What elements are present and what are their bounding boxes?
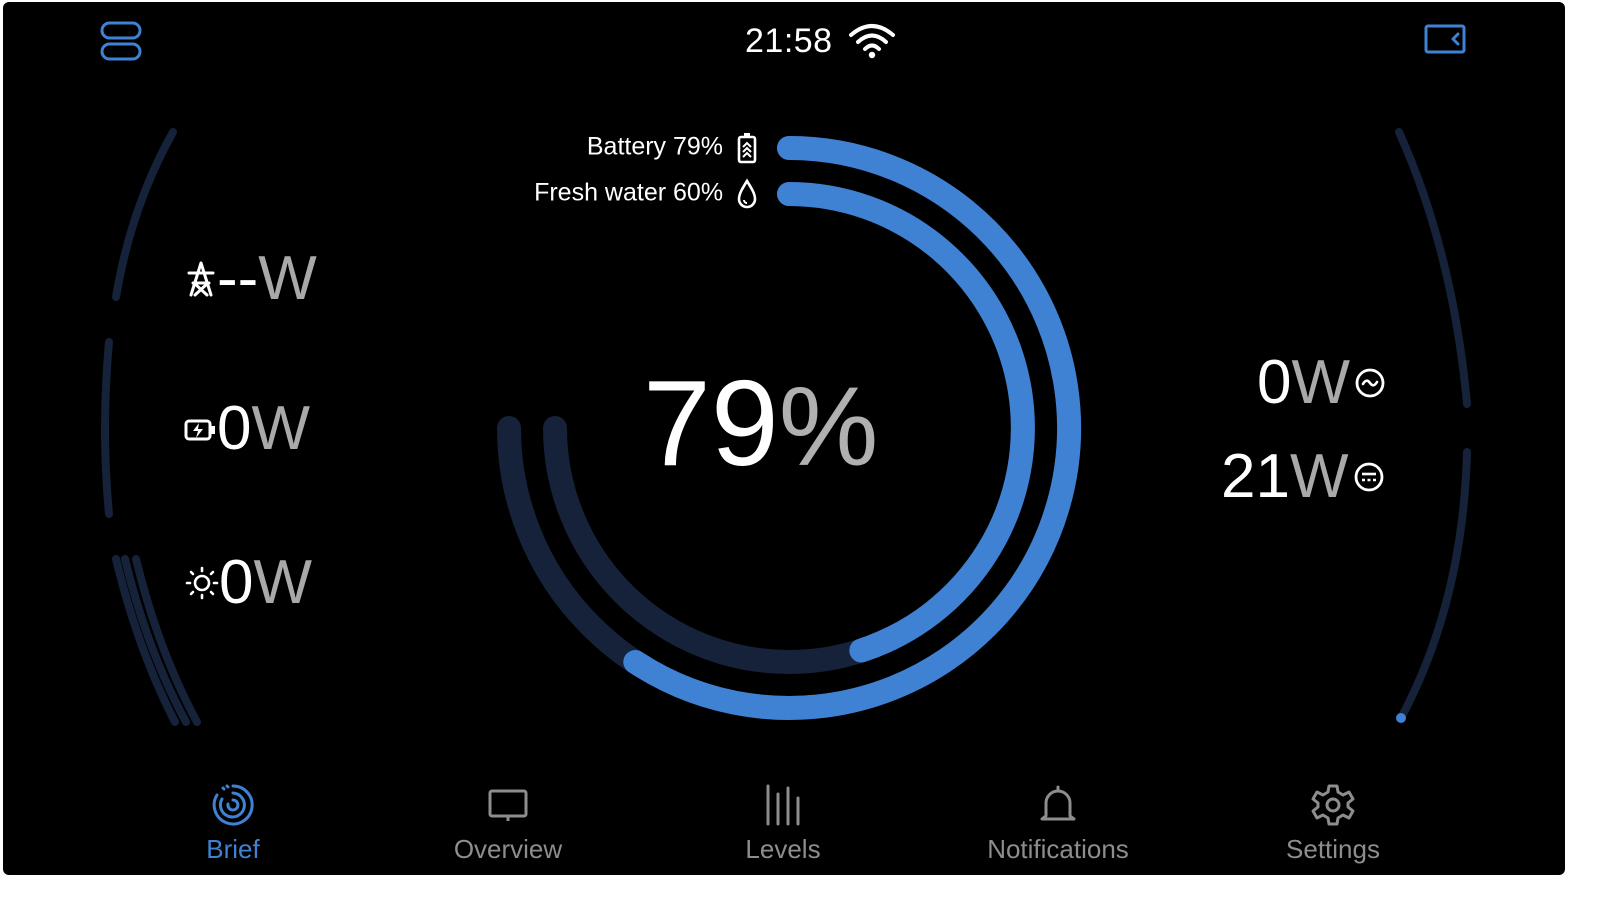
fresh-water-label-text: Fresh water 60% — [534, 178, 724, 207]
tab-settings-label: Settings — [1286, 834, 1380, 864]
dc-load-row[interactable]: 21W — [1221, 446, 1385, 508]
overview-icon — [488, 789, 528, 821]
water-drop-icon — [736, 178, 758, 210]
ac-load-icon — [1354, 367, 1386, 399]
tab-overview[interactable]: Overview — [398, 782, 618, 865]
app-screen: 21:58 --W 0W 0W Battery 79% Fresh water … — [3, 2, 1565, 875]
brief-icon — [212, 784, 254, 826]
tab-overview-label: Overview — [453, 834, 563, 864]
tab-brief-label: Brief — [206, 834, 260, 864]
fresh-water-level-label[interactable]: Fresh water 60% — [534, 178, 758, 210]
ac-load-unit: W — [1291, 348, 1351, 417]
bell-icon — [1040, 785, 1076, 821]
tab-settings[interactable]: Settings — [1223, 782, 1443, 865]
ac-load-row[interactable]: 0W — [1257, 352, 1386, 414]
battery-percentage: 79% — [643, 358, 878, 492]
dc-load-icon — [1353, 461, 1385, 493]
battery-percentage-value: 79 — [643, 355, 779, 491]
tab-levels-label: Levels — [745, 834, 821, 864]
levels-icon — [766, 784, 800, 826]
tab-notifications-label: Notifications — [987, 834, 1129, 864]
tab-brief[interactable]: Brief — [123, 782, 343, 865]
ac-load-value: 0 — [1257, 348, 1292, 417]
tab-levels[interactable]: Levels — [673, 782, 893, 865]
tab-notifications[interactable]: Notifications — [948, 782, 1168, 865]
battery-icon — [736, 132, 758, 164]
dc-load-unit: W — [1289, 442, 1349, 511]
battery-level-label[interactable]: Battery 79% — [587, 132, 758, 164]
dc-load-value: 21 — [1221, 442, 1290, 511]
gear-icon — [1311, 784, 1355, 826]
battery-label-text: Battery 79% — [586, 132, 724, 161]
battery-percentage-unit: % — [778, 364, 879, 489]
